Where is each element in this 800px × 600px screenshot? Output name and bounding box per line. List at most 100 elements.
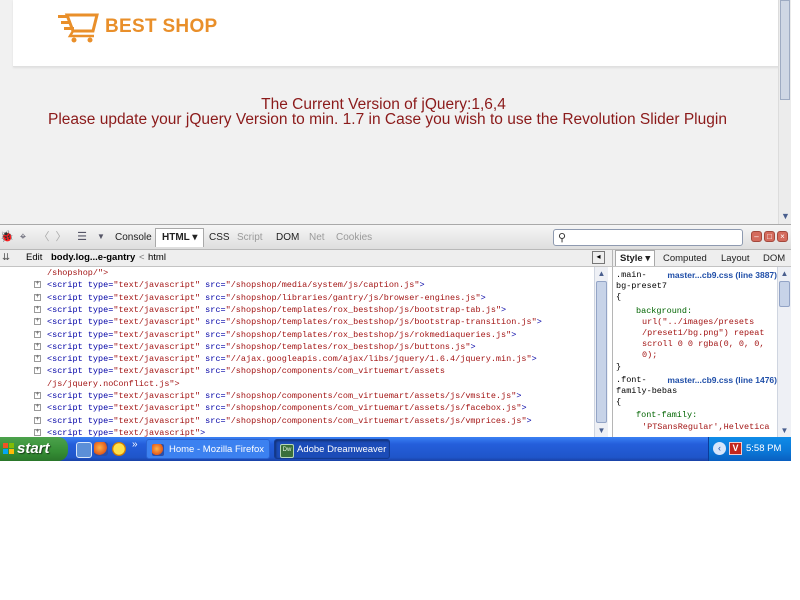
html-scroll-thumb[interactable] (596, 281, 607, 423)
tag-close: > (521, 403, 527, 414)
firebug-bug-icon[interactable]: 🐞 (0, 230, 14, 244)
search-icon: ⚲ (558, 232, 567, 244)
scroll-down-arrow-icon[interactable]: ▼ (595, 426, 608, 435)
tag-close: > (200, 427, 206, 437)
scroll-down-arrow-icon[interactable]: ▼ (778, 426, 791, 435)
task-firefox[interactable]: Home - Mozilla Firefox (146, 439, 270, 459)
attr-name: src= (200, 341, 226, 352)
tag-close: > (511, 329, 517, 340)
scroll-up-arrow-icon[interactable]: ▲ (595, 269, 608, 278)
minimize-icon[interactable]: – (751, 231, 762, 242)
scroll-down-arrow-icon[interactable]: ▼ (780, 210, 791, 222)
edit-button[interactable]: Edit (26, 252, 42, 263)
attr-name: type= (87, 403, 114, 414)
breadcrumb-current[interactable]: body.log...e-gantry (51, 252, 135, 263)
messenger-quicklaunch-icon[interactable] (112, 442, 126, 456)
task-dreamweaver[interactable]: Dw Adobe Dreamweaver ... (274, 439, 390, 459)
tag-open: <script (47, 317, 88, 328)
css-brace: { (616, 397, 622, 408)
side-tab-layout[interactable]: Layout (721, 253, 750, 264)
scroll-up-arrow-icon[interactable]: ▲ (778, 269, 791, 278)
expand-node-icon[interactable]: + (34, 330, 41, 338)
firefox-quicklaunch-icon[interactable] (94, 442, 108, 456)
tag-open: <script (47, 280, 88, 291)
page-scrollbar[interactable]: ▼ (778, 0, 792, 224)
expand-node-icon[interactable]: + (34, 318, 41, 326)
attr-name: src= (200, 292, 226, 303)
expand-node-icon[interactable]: + (34, 355, 41, 363)
attr-type-value: text/javascript (118, 292, 195, 303)
attr-name: src= (200, 403, 226, 414)
quicklaunch-more-icon[interactable]: » (132, 439, 138, 450)
dreamweaver-icon: Dw (280, 444, 294, 458)
attr-name: type= (87, 329, 114, 340)
tab-console[interactable]: Console (115, 232, 152, 243)
css-property: background: (636, 305, 693, 316)
tab-script[interactable]: Script (237, 232, 263, 243)
attr-type-value: text/javascript (118, 366, 195, 377)
window-edge (791, 0, 800, 460)
css-source-link[interactable]: master...cb9.css (line 1476) (667, 375, 777, 385)
attr-type-value: text/javascript (118, 403, 195, 414)
expand-node-icon[interactable]: + (34, 392, 41, 399)
side-tab-dom[interactable]: DOM (763, 253, 785, 264)
close-icon[interactable]: × (777, 231, 788, 242)
tag-open: <script (47, 329, 88, 340)
detach-icon[interactable]: □ (764, 231, 775, 242)
forward-arrow-icon[interactable]: 〉 (54, 230, 68, 244)
tray-expand-icon[interactable]: ‹ (713, 442, 726, 455)
expand-node-icon[interactable]: + (34, 281, 41, 289)
html-panel-scrollbar[interactable]: ▲ ▼ (594, 267, 608, 437)
site-logo[interactable]: BEST SHOP (57, 10, 218, 44)
expand-node-icon[interactable]: + (34, 367, 41, 375)
side-tab-computed[interactable]: Computed (663, 253, 707, 264)
tag-close: > (470, 341, 476, 352)
tab-css[interactable]: CSS (209, 232, 230, 243)
side-panel-tabs: Style ▾ Computed Layout DOM (612, 250, 791, 267)
tab-html[interactable]: HTML ▾ (155, 228, 205, 247)
site-header: BEST SHOP (13, 0, 778, 67)
style-scroll-thumb[interactable] (779, 281, 790, 307)
firebug-search-input[interactable]: ⚲ (553, 229, 743, 246)
tag-close: > (516, 391, 522, 401)
attr-name: src= (200, 391, 226, 401)
tab-net[interactable]: Net (309, 232, 325, 243)
expand-node-icon[interactable]: + (34, 416, 41, 424)
show-desktop-icon[interactable] (76, 442, 92, 458)
antivirus-tray-icon[interactable]: V (729, 442, 742, 455)
start-button[interactable]: start (0, 437, 68, 461)
css-brace: } (616, 361, 622, 372)
tab-dom[interactable]: DOM (276, 232, 299, 243)
css-source-link[interactable]: master...cb9.css (line 3887) (667, 270, 777, 280)
css-selector: .font- (616, 374, 647, 385)
attribute-continuation: /js/jquery.noConflict.js"> (47, 378, 180, 389)
panel-list-icon[interactable]: ☰ (75, 230, 89, 244)
expand-toggle-icon[interactable]: ⇊ (2, 252, 10, 263)
expand-node-icon[interactable]: + (34, 305, 41, 313)
expand-node-icon[interactable]: + (34, 404, 41, 412)
attr-name: src= (200, 304, 226, 315)
side-tab-style[interactable]: Style ▾ (615, 250, 656, 266)
logo-text: BEST SHOP (105, 16, 218, 37)
attr-src-value: /shopshop/components/com_virtuemart/asse… (230, 391, 512, 401)
expand-node-icon[interactable]: + (34, 293, 41, 301)
panel-toggle-icon[interactable]: ◂ (592, 251, 605, 264)
attr-type-value: text/javascript (118, 427, 195, 437)
page-scroll-thumb[interactable] (780, 0, 790, 100)
expand-node-icon[interactable]: + (34, 428, 41, 436)
inspect-element-icon[interactable]: ⌖ (16, 230, 30, 244)
clock: 5:58 PM (746, 443, 782, 454)
tab-cookies[interactable]: Cookies (336, 232, 372, 243)
attr-src-value: /shopshop/templates/rox_bestshop/js/rokm… (230, 329, 507, 340)
attr-src-value: /shopshop/templates/rox_bestshop/js/butt… (230, 341, 466, 352)
tag-close: > (526, 415, 532, 426)
attr-name: type= (87, 280, 114, 291)
jquery-update-message: Please update your jQuery Version to min… (48, 111, 727, 128)
css-selector: family-bebas (616, 386, 678, 396)
breadcrumb-html[interactable]: html (148, 252, 166, 263)
back-arrow-icon[interactable]: 〈 (37, 230, 51, 244)
style-panel-scrollbar[interactable]: ▲ ▼ (777, 267, 791, 437)
dropdown-arrow-icon[interactable]: ▼ (94, 230, 108, 244)
tag-close: > (501, 304, 507, 315)
expand-node-icon[interactable]: + (34, 342, 41, 350)
